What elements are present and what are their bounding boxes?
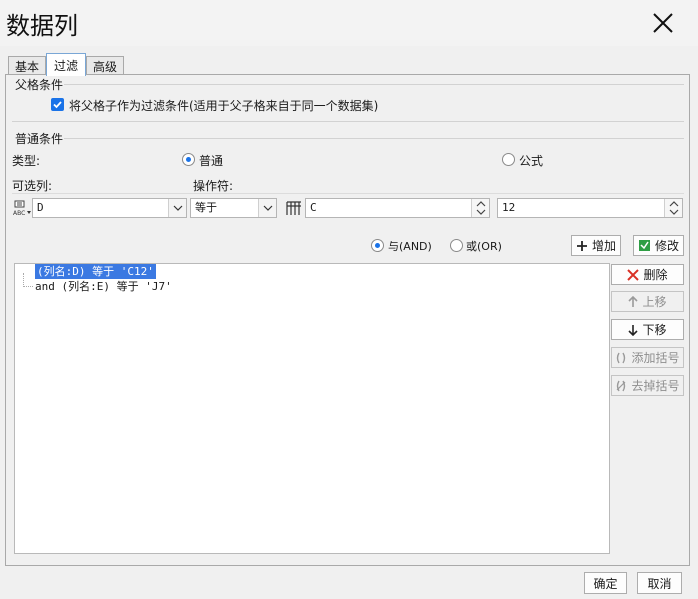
column-type-icon[interactable]: ABC (12, 199, 32, 217)
delete-icon (627, 268, 640, 281)
divider (12, 193, 684, 194)
table-grid-icon[interactable] (285, 199, 303, 217)
add-condition-button[interactable]: 增加 (571, 235, 621, 256)
logic-and-label: 与(AND) (388, 240, 432, 253)
value-field[interactable]: 12 (497, 198, 683, 218)
bracket-icon (617, 352, 626, 363)
modify-icon (638, 240, 650, 251)
parent-filter-checkbox[interactable] (51, 98, 64, 111)
logic-or-label: 或(OR) (466, 240, 502, 253)
chevron-down-icon (258, 199, 276, 217)
remove-bracket-icon (617, 380, 626, 391)
title-bar: 数据列 (0, 0, 698, 46)
type-normal-radio[interactable] (182, 153, 195, 166)
tab-advanced[interactable]: 高级 (86, 56, 124, 75)
stepper-icon (471, 199, 489, 217)
tree-line (23, 273, 33, 287)
divider (12, 121, 684, 122)
chevron-down-icon (168, 199, 186, 217)
stepper-icon (664, 199, 682, 217)
operator-label: 操作符: (193, 179, 234, 193)
delete-button[interactable]: 删除 (611, 264, 684, 285)
window-title: 数据列 (6, 12, 78, 40)
ok-button[interactable]: 确定 (584, 572, 627, 594)
type-label: 类型: (12, 154, 41, 168)
add-bracket-button[interactable]: 添加括号 (611, 347, 684, 368)
move-up-button[interactable]: 上移 (611, 291, 684, 312)
close-icon (653, 13, 673, 33)
tab-filter[interactable]: 过滤 (46, 53, 86, 76)
operator-select[interactable]: 等于 (190, 198, 277, 218)
section-title-normal: 普通条件 (15, 132, 64, 146)
divider (64, 84, 684, 85)
close-button[interactable] (645, 6, 681, 40)
tab-basic[interactable]: 基本 (8, 56, 46, 75)
condition-row[interactable]: (列名:D) 等于 'C12' (35, 264, 156, 279)
condition-list[interactable]: (列名:D) 等于 'C12' and (列名:E) 等于 'J7' (14, 263, 610, 554)
divider (64, 138, 684, 139)
modify-condition-button[interactable]: 修改 (633, 235, 684, 256)
move-down-button[interactable]: 下移 (611, 319, 684, 340)
condition-row[interactable]: and (列名:E) 等于 'J7' (35, 279, 172, 294)
parent-filter-label: 将父格子作为过滤条件(适用于父子格来自于同一个数据集) (69, 99, 379, 113)
type-formula-label: 公式 (519, 154, 544, 168)
plus-icon (576, 240, 587, 251)
value-type-field[interactable]: C (305, 198, 490, 218)
logic-and-radio[interactable] (371, 239, 384, 252)
section-title-parent: 父格条件 (15, 78, 64, 92)
remove-bracket-button[interactable]: 去掉括号 (611, 375, 684, 396)
svg-text:ABC: ABC (13, 210, 25, 217)
column-label: 可选列: (12, 179, 53, 193)
cancel-button[interactable]: 取消 (637, 572, 682, 594)
arrow-down-icon (628, 324, 639, 336)
type-normal-label: 普通 (199, 154, 224, 168)
arrow-up-icon (628, 295, 639, 307)
type-formula-radio[interactable] (502, 153, 515, 166)
checkmark-icon (53, 101, 62, 109)
logic-or-radio[interactable] (450, 239, 463, 252)
column-select[interactable]: D (32, 198, 187, 218)
